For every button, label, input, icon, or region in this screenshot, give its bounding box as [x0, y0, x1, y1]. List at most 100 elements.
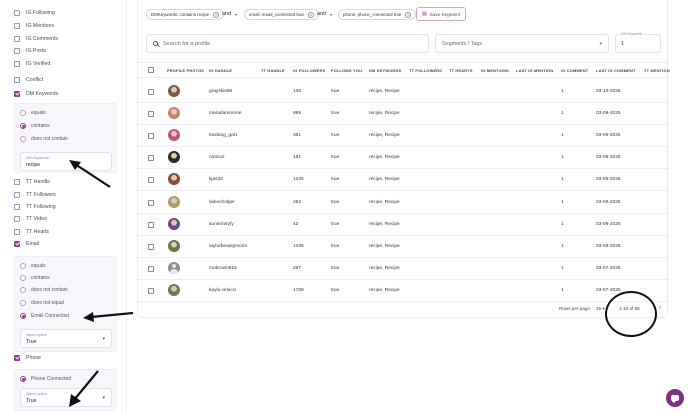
table-row[interactable]: notsoct 181 true recipe, Recipe 1 03-09-2025 — [138, 147, 669, 170]
column-header[interactable]: DM KEYWORDS — [369, 68, 401, 73]
filter-checkbox-row[interactable]: TT Followers — [14, 190, 56, 199]
ig-handle[interactable]: kayla.velucci — [209, 288, 236, 293]
column-header[interactable]: PROFILE PHOTOS — [167, 68, 204, 73]
checkbox[interactable] — [14, 354, 20, 361]
ig-handle[interactable]: maradamonroe — [209, 111, 242, 116]
checkbox[interactable] — [14, 9, 20, 16]
condition-option[interactable]: equals — [20, 109, 46, 117]
next-page-icon[interactable]: › — [659, 305, 661, 311]
rows-per-page-select[interactable]: 15 ▾ — [596, 306, 605, 312]
select-all-checkbox[interactable] — [148, 67, 154, 73]
filter-chip-phone[interactable]: phone: phone_connected true × — [338, 9, 417, 20]
column-header[interactable]: FOLLOWS YOU — [331, 68, 362, 73]
checkbox[interactable] — [14, 215, 20, 222]
column-header[interactable]: TT FOLLOWERS — [409, 68, 442, 73]
table-row[interactable]: kjas32 1225 true recipe, Recipe 1 03-09-2025 — [138, 169, 669, 192]
filter-checkbox-row[interactable]: TT Following — [14, 202, 56, 211]
row-checkbox[interactable] — [148, 133, 154, 140]
ig-handle[interactable]: grayskie86 — [209, 89, 232, 94]
save-segment-button[interactable]: ▤ Save Segment — [416, 7, 466, 21]
checkbox[interactable] — [14, 35, 20, 42]
filter-checkbox-row[interactable]: IG Verified — [14, 59, 50, 68]
checkbox[interactable] — [14, 60, 20, 67]
table-row[interactable]: taylorbeautymoon 1436 true recipe, Recipe 1 0… — [138, 236, 669, 258]
condition-option[interactable]: contains — [20, 274, 50, 282]
table-row[interactable]: mobrown815 297 true recipe, Recipe 1 03-07-20… — [138, 258, 669, 280]
filter-checkbox-row[interactable]: IG Posts — [14, 46, 46, 55]
column-header[interactable]: LAST IG COMMENT — [596, 68, 636, 73]
close-icon[interactable]: × — [307, 11, 314, 18]
logic-operator-select[interactable]: and ▾ — [317, 11, 332, 17]
checkbox[interactable] — [14, 240, 20, 247]
filter-chip-email[interactable]: email: email_connected true × — [244, 9, 319, 20]
table-row[interactable]: sunnnntryfy 42 true recipe, Recipe 1 03-09-20… — [138, 214, 669, 236]
close-icon[interactable]: × — [213, 11, 220, 18]
condition-option[interactable]: does not contain — [20, 286, 68, 294]
radio-button[interactable] — [20, 313, 26, 319]
checkbox[interactable] — [14, 90, 20, 97]
filter-checkbox-row[interactable]: IG Comments — [14, 34, 58, 43]
checkbox[interactable] — [14, 76, 20, 83]
ig-handle[interactable]: sunnnntryfy — [209, 222, 234, 227]
table-row[interactable]: maradamonroe 999 true recipe, Recipe 1 03-09-… — [138, 103, 669, 126]
condition-option[interactable]: contains — [20, 122, 50, 130]
column-header[interactable]: IG MENTIONS — [481, 68, 509, 73]
condition-option[interactable]: equals — [20, 262, 46, 270]
radio-button[interactable] — [20, 263, 26, 269]
ig-handle[interactable]: taylorbeautymoon — [209, 244, 247, 249]
table-row[interactable]: lainecholger 262 true recipe, Recipe 1 03-09-… — [138, 192, 669, 214]
column-header[interactable]: LAST IG MENTION — [516, 68, 553, 73]
column-header[interactable]: IG COMMENT — [561, 68, 588, 73]
column-header[interactable]: TT MENTION — [644, 68, 670, 73]
ig-handle[interactable]: tracking_gal1 — [209, 133, 238, 138]
row-checkbox[interactable] — [148, 89, 154, 95]
filter-checkbox-row[interactable]: DM Keywords — [14, 89, 58, 98]
condition-option[interactable]: does not equal — [20, 299, 64, 307]
checkbox[interactable] — [14, 191, 20, 198]
filter-chip-dm-keywords[interactable]: DMKeywords: contains recipe × — [146, 9, 225, 20]
row-checkbox[interactable] — [148, 287, 154, 294]
logic-operator-select[interactable]: and ▾ — [222, 11, 237, 17]
filter-checkbox-row[interactable]: Phone — [14, 353, 41, 362]
radio-button[interactable] — [20, 275, 26, 281]
filter-checkbox-row[interactable]: TT Video — [14, 214, 47, 223]
column-header[interactable]: IG FOLLOWERS — [293, 68, 325, 73]
radio-button[interactable] — [20, 136, 26, 142]
table-row[interactable]: kayla.velucci 1789 true recipe, Recipe 1 03-0… — [138, 280, 669, 302]
segments-tags-select[interactable]: Segments / Tags ▾ — [435, 34, 609, 53]
condition-option[interactable]: Email Connected — [20, 312, 69, 320]
row-checkbox[interactable] — [148, 243, 154, 250]
option-select[interactable]: Select option True ▾ — [20, 329, 112, 348]
min-keywords-field[interactable]: DM Keywords 1 — [615, 32, 661, 53]
checkbox[interactable] — [14, 47, 20, 54]
filter-checkbox-row[interactable]: Email — [14, 239, 39, 248]
table-row[interactable]: grayskie86 136 true recipe, Recipe 1 03-10-20… — [138, 81, 669, 103]
row-checkbox[interactable] — [148, 265, 154, 272]
ig-handle[interactable]: lainecholger — [209, 200, 235, 205]
column-header[interactable]: IG HANDLE — [209, 68, 232, 73]
row-checkbox[interactable] — [148, 155, 154, 162]
table-row[interactable]: tracking_gal1 361 true recipe, Recipe 1 03-09… — [138, 125, 669, 148]
condition-option[interactable]: does not contain — [20, 135, 68, 143]
filter-checkbox-row[interactable]: IG Following — [14, 8, 55, 17]
filter-checkbox-row[interactable]: Conflict — [14, 75, 43, 84]
chat-support-button[interactable] — [666, 389, 684, 407]
radio-button[interactable] — [20, 287, 26, 293]
ig-handle[interactable]: notsoct — [209, 155, 224, 160]
radio-button[interactable] — [20, 110, 26, 116]
ig-handle[interactable]: kjas32 — [209, 177, 223, 182]
ig-handle[interactable]: mobrown815 — [209, 266, 237, 271]
checkbox[interactable] — [14, 228, 20, 235]
row-checkbox[interactable] — [148, 111, 154, 118]
row-checkbox[interactable] — [148, 221, 154, 228]
row-checkbox[interactable] — [148, 177, 154, 184]
radio-button[interactable] — [20, 376, 26, 382]
close-icon[interactable]: × — [405, 11, 412, 18]
checkbox[interactable] — [14, 203, 20, 210]
search-input[interactable]: Search for a profile — [146, 34, 429, 53]
checkbox[interactable] — [14, 22, 20, 29]
filter-checkbox-row[interactable]: IG Mentions — [14, 21, 54, 30]
filter-checkbox-row[interactable]: TT Hearts — [14, 227, 49, 236]
checkbox[interactable] — [14, 178, 20, 185]
filter-checkbox-row[interactable]: TT Handle — [14, 177, 50, 186]
